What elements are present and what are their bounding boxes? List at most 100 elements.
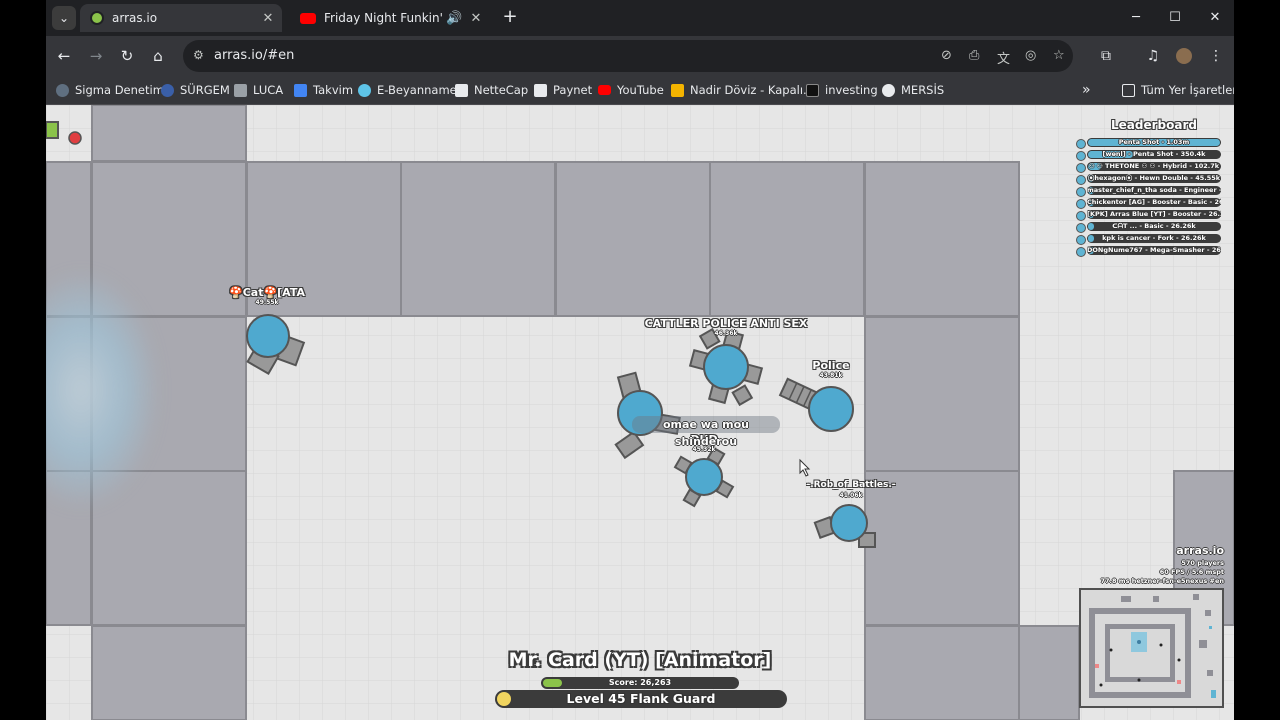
maximize-button[interactable]: ☐ xyxy=(1160,6,1190,30)
install-app-icon[interactable]: ⎙ xyxy=(969,48,979,63)
tank-color-icon xyxy=(1076,199,1086,209)
chevron-down-icon: ⌄ xyxy=(58,11,70,25)
tab-arras[interactable]: arras.io ✕ xyxy=(80,4,282,32)
bookmark-icon xyxy=(161,83,174,97)
all-bookmarks-folder[interactable]: Tüm Yer İşaretleri xyxy=(1122,81,1234,99)
bookmarks-overflow-button[interactable]: » xyxy=(1082,81,1091,99)
calendar-icon xyxy=(294,83,307,97)
document-icon xyxy=(455,83,468,97)
leaderboard-entry-text: ⚇ ⚇ THETONE ⚇ ⚇ - Hybrid - 102.7k xyxy=(1088,162,1220,170)
fps-readout: 60 FPS / 5.6 mspt xyxy=(1159,568,1224,576)
leaderboard-entry-text: Chickentor [AG] - Booster - Basic - 26.2… xyxy=(1087,198,1221,206)
bookmarks-bar: Sigma Denetim SÜRGEM LUCA Takvim E-Beyan… xyxy=(46,76,1234,105)
url-text[interactable]: arras.io/#en xyxy=(214,48,294,63)
bookmark-item[interactable]: Nadir Döviz - Kapalı... xyxy=(671,81,814,99)
tab-title: arras.io xyxy=(112,11,158,25)
close-window-button[interactable]: ✕ xyxy=(1200,6,1230,30)
new-tab-button[interactable]: + xyxy=(500,8,520,28)
site-info-icon[interactable]: ⚙ xyxy=(193,48,204,62)
browser-window: ⌄ arras.io ✕ Friday Night Funkin' | Salt… xyxy=(46,0,1234,720)
address-bar[interactable]: ⚙ arras.io/#en ⊘ ⎙ 文 ◎ ☆ xyxy=(183,40,1073,72)
player-name: -.Rob_of_Battles.- xyxy=(806,480,896,490)
player-display-name: Mr. Card (YT) [Animator] xyxy=(508,649,772,671)
leaderboard-entry-text: master_chief_n_tha soda - Engineer - 26.… xyxy=(1087,186,1221,194)
bookmark-item[interactable]: YouTube xyxy=(598,81,664,99)
arras-favicon-icon xyxy=(90,11,104,25)
game-field xyxy=(46,105,1234,720)
tank-color-icon xyxy=(1076,211,1086,221)
menu-kebab-icon[interactable]: ⋮ xyxy=(1204,44,1228,68)
tank-color-icon xyxy=(1076,139,1086,149)
translate-icon[interactable]: 文 xyxy=(997,48,1010,67)
bookmark-star-icon[interactable]: ☆ xyxy=(1053,48,1065,63)
home-icon[interactable]: ⌂ xyxy=(146,44,170,68)
youtube-favicon-icon xyxy=(300,12,316,24)
leaderboard-entry-text: ⦿hexagon⦿ - Hewn Double - 45.55k xyxy=(1087,174,1221,182)
speaker-icon[interactable]: 🔊 xyxy=(446,11,462,26)
leaderboard-entry-text: [wⱺnl] - Penta Shot - 350.4k xyxy=(1102,150,1206,158)
player-score: 43.81k xyxy=(819,372,843,379)
bookmark-icon xyxy=(534,83,547,97)
score-label: Score: 26,263 xyxy=(608,678,672,687)
bookmark-item[interactable]: MERSİS xyxy=(882,81,944,99)
toolbar: ← → ↻ ⌂ ⚙ arras.io/#en ⊘ ⎙ 文 ◎ ☆ ⧉ ♫ ⋮ xyxy=(46,36,1234,76)
leaderboard-entry-text: kpk is cancer - Fork - 26.26k xyxy=(1102,234,1206,242)
tank-color-icon xyxy=(1076,163,1086,173)
leaderboard-entry-text: [KPK] Arras Blue [YT] - Booster - 26.26k xyxy=(1087,210,1221,218)
green-square xyxy=(46,121,59,139)
bookmark-item[interactable]: NetteCap xyxy=(455,81,528,99)
server-name: arras.io xyxy=(1176,544,1224,557)
bookmark-item[interactable]: investing xyxy=(806,81,878,99)
ping-readout: 77.8 ms hetzner-fsn-e5nexus #en xyxy=(1100,577,1225,585)
forward-arrow-icon[interactable]: → xyxy=(84,44,108,68)
tank-color-icon xyxy=(1076,223,1086,233)
profile-avatar[interactable] xyxy=(1172,44,1196,68)
close-tab-icon[interactable]: ✕ xyxy=(258,11,278,26)
leaderboard-entry-text: DONgNume767 - Mega-Smasher - 26.26k xyxy=(1087,246,1221,254)
tank-color-icon xyxy=(1076,235,1086,245)
bookmark-icon xyxy=(234,83,247,97)
bookmark-item[interactable]: SÜRGEM xyxy=(161,81,230,99)
media-control-icon[interactable]: ♫ xyxy=(1141,44,1165,68)
bookmark-item[interactable]: Takvim xyxy=(294,81,353,99)
extensions-icon[interactable]: ⧉ xyxy=(1094,44,1118,68)
folder-icon xyxy=(1122,83,1135,97)
tab-youtube[interactable]: Friday Night Funkin' | Salty's 🔊 ✕ xyxy=(290,4,490,32)
tab-title: Friday Night Funkin' | Salty's xyxy=(324,11,446,25)
globe-icon xyxy=(882,83,895,97)
tank-color-icon xyxy=(1076,151,1086,161)
player-name: CATTLER POLICE ANTI SEX xyxy=(644,317,808,330)
tank-color-icon xyxy=(1076,187,1086,197)
player-name: Police xyxy=(812,359,850,372)
bookmark-item[interactable]: Paynet xyxy=(534,81,592,99)
minimize-button[interactable]: ─ xyxy=(1121,6,1151,30)
game-canvas[interactable]: 🍄Cat🍄[ATA 49.55k CATTLER POLICE ANTI SEX… xyxy=(46,105,1234,720)
score-bar: Score: 26,263 xyxy=(541,677,739,689)
bookmark-icon xyxy=(671,83,684,97)
player-count: 570 players xyxy=(1181,559,1224,567)
leaderboard-entry-text: ᑕᗩT ... - Basic - 26.26k xyxy=(1112,222,1196,230)
player-score: 46.36k xyxy=(714,330,738,337)
hide-icon[interactable]: ◎ xyxy=(1025,48,1036,63)
chat-bubble: omae wa mou shinderou xyxy=(632,416,780,448)
player-score: 41.06k xyxy=(839,492,863,499)
tab-search-button[interactable]: ⌄ xyxy=(52,6,76,30)
bookmark-item[interactable]: LUCA xyxy=(234,81,283,99)
reload-icon[interactable]: ↻ xyxy=(115,44,139,68)
bookmark-item[interactable]: E-Beyanname xyxy=(358,81,457,99)
back-arrow-icon[interactable]: ← xyxy=(52,44,76,68)
red-orb xyxy=(68,131,82,145)
player-score: 49.55k xyxy=(255,299,279,306)
leaderboard-title: Leaderboard xyxy=(1111,118,1197,132)
bookmark-item[interactable]: Sigma Denetim xyxy=(56,81,164,99)
level-bar: Level 45 Flank Guard xyxy=(495,690,787,708)
bookmark-icon xyxy=(358,83,371,97)
tab-strip: ⌄ arras.io ✕ Friday Night Funkin' | Salt… xyxy=(46,0,1234,36)
minimap xyxy=(1079,588,1224,708)
no-tracking-icon[interactable]: ⊘ xyxy=(941,48,952,63)
tank-color-icon xyxy=(1076,247,1086,257)
youtube-icon xyxy=(598,85,611,95)
close-tab-icon[interactable]: ✕ xyxy=(466,11,486,26)
level-label: Level 45 Flank Guard xyxy=(566,691,716,706)
tank-color-icon xyxy=(1076,175,1086,185)
